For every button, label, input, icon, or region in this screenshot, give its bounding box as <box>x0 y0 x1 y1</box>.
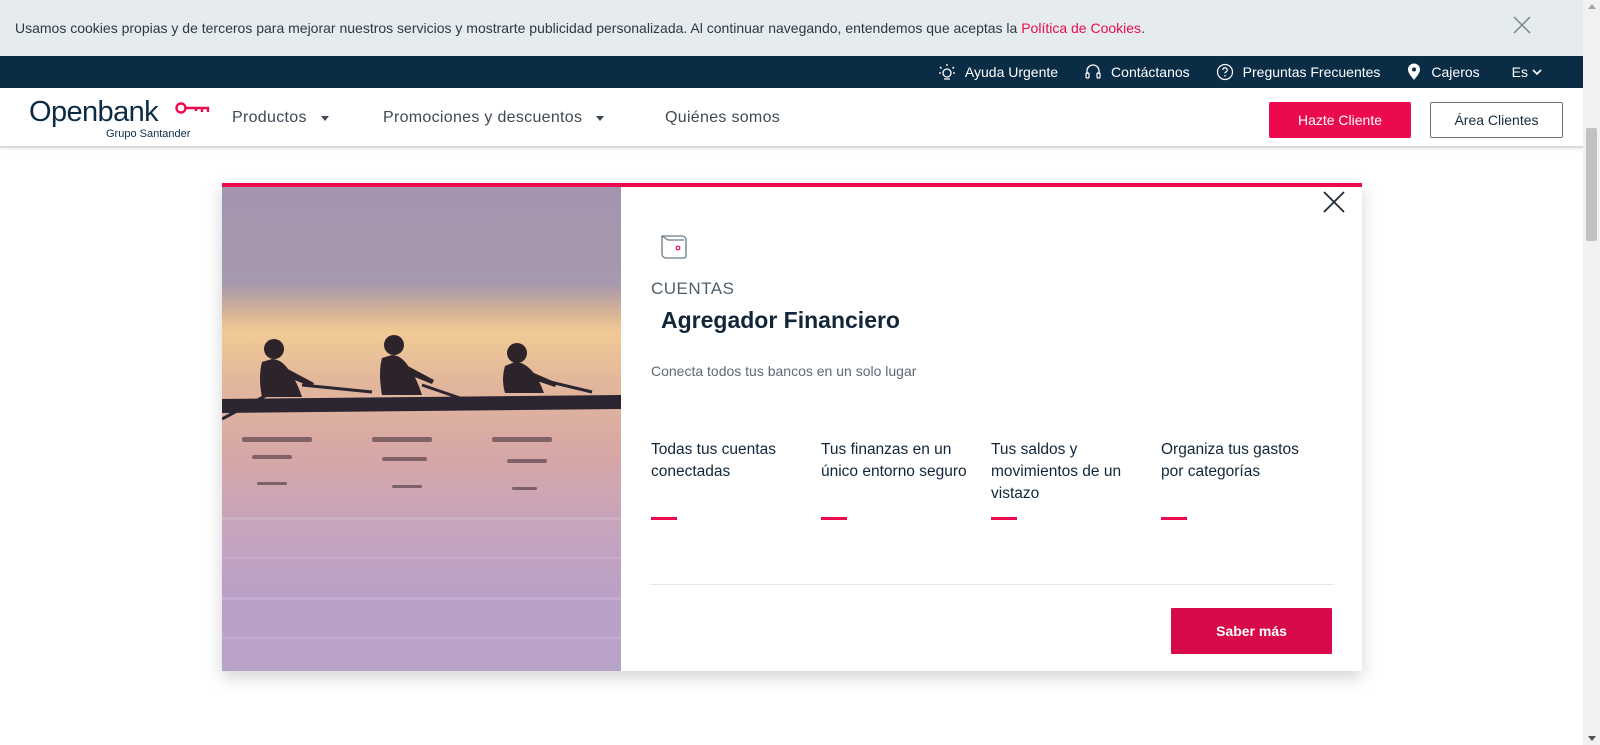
atm-link[interactable]: Cajeros <box>1406 63 1480 81</box>
nav-quienes-somos[interactable]: Quiénes somos <box>665 88 780 148</box>
cookie-text: Usamos cookies propias y de terceros par… <box>15 20 1145 36</box>
feature-accent <box>821 517 847 520</box>
feature-item: Organiza tus gastos por categorías <box>1161 439 1311 520</box>
feature-item: Todas tus cuentas conectadas <box>651 439 801 520</box>
caret-down-icon <box>596 115 605 121</box>
util-label: Ayuda Urgente <box>964 64 1059 80</box>
close-icon[interactable] <box>1511 14 1533 36</box>
question-icon <box>1216 63 1233 81</box>
feature-item: Tus finanzas en un único entorno seguro <box>821 439 971 520</box>
feature-accent <box>1161 517 1187 520</box>
chevron-down-icon <box>1532 69 1542 76</box>
scroll-thumb[interactable] <box>1586 128 1597 241</box>
nav-productos[interactable]: Productos <box>232 88 329 148</box>
product-description: Conecta todos tus bancos en un solo luga… <box>651 363 917 379</box>
logo-wordmark: Openbank <box>29 96 159 128</box>
main-navigation: Openbank Grupo Santander Productos Promo… <box>0 88 1583 148</box>
product-modal: CUENTAS Agregador Financiero Conecta tod… <box>222 183 1362 671</box>
wallet-icon <box>661 235 687 259</box>
nav-label: Productos <box>232 109 307 126</box>
faq-link[interactable]: Preguntas Frecuentes <box>1216 63 1381 81</box>
location-pin-icon <box>1408 63 1421 80</box>
saber-mas-button[interactable]: Saber más <box>1171 608 1332 654</box>
nav-label: Promociones y descuentos <box>383 109 583 126</box>
scroll-up-arrow-icon[interactable] <box>1588 4 1596 9</box>
divider <box>651 584 1333 585</box>
hazte-cliente-button[interactable]: Hazte Cliente <box>1269 102 1411 138</box>
language-label: Es <box>1511 64 1528 80</box>
area-clientes-button[interactable]: Área Clientes <box>1430 102 1563 138</box>
lightbulb-icon <box>938 64 955 80</box>
openbank-logo[interactable]: Openbank Grupo Santander <box>29 96 215 142</box>
logo-subtitle: Grupo Santander <box>106 128 191 140</box>
util-label: Preguntas Frecuentes <box>1242 64 1381 80</box>
rowing-photo <box>222 187 621 671</box>
headset-icon <box>1085 64 1101 79</box>
rowers-illustration <box>222 335 621 639</box>
feature-text: Organiza tus gastos por categorías <box>1161 441 1299 480</box>
feature-accent <box>991 517 1017 520</box>
page-scrollbar[interactable] <box>1583 0 1600 745</box>
feature-text: Tus finanzas en un único entorno seguro <box>821 441 967 480</box>
cookie-policy-link[interactable]: Política de Cookies <box>1021 20 1141 36</box>
feature-text: Todas tus cuentas conectadas <box>651 441 776 480</box>
cookie-banner: Usamos cookies propias y de terceros par… <box>0 0 1583 56</box>
feature-accent <box>651 517 677 520</box>
product-title: Agregador Financiero <box>661 307 900 333</box>
help-urgent-link[interactable]: Ayuda Urgente <box>938 63 1058 81</box>
util-label: Contáctanos <box>1111 64 1190 80</box>
key-logo-icon <box>175 102 210 114</box>
nav-promociones[interactable]: Promociones y descuentos <box>383 88 605 148</box>
nav-label: Quiénes somos <box>665 109 781 126</box>
util-label: Cajeros <box>1431 64 1480 80</box>
product-category: CUENTAS <box>651 279 735 298</box>
close-icon[interactable] <box>1322 190 1346 214</box>
caret-down-icon <box>320 115 329 121</box>
utility-bar: Ayuda Urgente Contáctanos Preguntas Frec… <box>0 56 1583 88</box>
language-selector[interactable]: Es <box>1512 64 1543 80</box>
contact-link[interactable]: Contáctanos <box>1084 63 1190 81</box>
scroll-down-arrow-icon[interactable] <box>1588 736 1596 741</box>
feature-item: Tus saldos y movimientos de un vistazo <box>991 439 1141 520</box>
feature-text: Tus saldos y movimientos de un vistazo <box>991 441 1122 502</box>
